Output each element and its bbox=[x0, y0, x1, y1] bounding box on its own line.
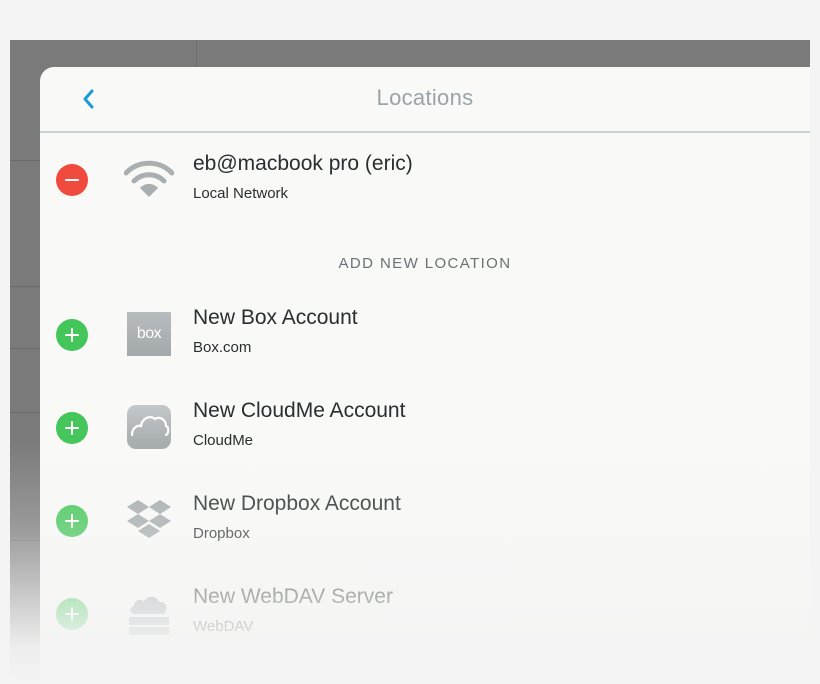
add-location-row-dropbox[interactable]: New Dropbox Account Dropbox bbox=[40, 483, 810, 563]
background-divider bbox=[10, 412, 40, 413]
plus-icon bbox=[65, 607, 79, 621]
add-location-button[interactable] bbox=[56, 505, 88, 537]
location-row-macbook[interactable]: eb@macbook pro (eric) Local Network bbox=[40, 143, 810, 223]
cloudme-icon bbox=[124, 402, 174, 452]
location-type: Local Network bbox=[193, 185, 289, 202]
webdav-cloud-server-icon bbox=[124, 588, 174, 638]
provider-name: Box.com bbox=[193, 339, 252, 356]
dropbox-icon bbox=[124, 495, 174, 545]
provider-name: WebDAV bbox=[193, 618, 254, 635]
plus-icon bbox=[65, 514, 79, 528]
add-location-row-webdav[interactable]: New WebDAV Server WebDAV bbox=[40, 576, 810, 656]
plus-icon bbox=[65, 421, 79, 435]
account-name: New WebDAV Server bbox=[193, 585, 393, 608]
add-location-row-box[interactable]: box New Box Account Box.com bbox=[40, 297, 810, 377]
account-name: New CloudMe Account bbox=[193, 399, 406, 422]
minus-icon bbox=[65, 179, 79, 181]
page-title: Locations bbox=[376, 85, 474, 110]
box-logo-text: box bbox=[136, 325, 162, 342]
box-logo-icon: box bbox=[124, 309, 174, 359]
account-name: New Dropbox Account bbox=[193, 492, 401, 515]
add-location-row-cloudme[interactable]: New CloudMe Account CloudMe bbox=[40, 390, 810, 470]
add-location-button[interactable] bbox=[56, 412, 88, 444]
background-divider bbox=[10, 160, 40, 161]
provider-name: CloudMe bbox=[193, 432, 254, 449]
location-name: eb@macbook pro (eric) bbox=[193, 152, 413, 175]
provider-name: Dropbox bbox=[193, 525, 250, 542]
add-location-button[interactable] bbox=[56, 319, 88, 351]
add-new-location-header: ADD NEW LOCATION bbox=[338, 255, 512, 272]
remove-location-button[interactable] bbox=[56, 164, 88, 196]
background-divider bbox=[10, 348, 40, 349]
add-location-button[interactable] bbox=[56, 598, 88, 630]
plus-icon bbox=[65, 328, 79, 342]
background-divider bbox=[10, 286, 40, 287]
background-divider bbox=[10, 540, 40, 541]
locations-panel: Locations eb@macbook pro (eric) Local Ne… bbox=[40, 67, 810, 684]
background-divider bbox=[196, 40, 197, 68]
account-name: New Box Account bbox=[193, 306, 358, 329]
wifi-icon bbox=[124, 155, 174, 205]
navigation-bar: Locations bbox=[40, 67, 810, 133]
